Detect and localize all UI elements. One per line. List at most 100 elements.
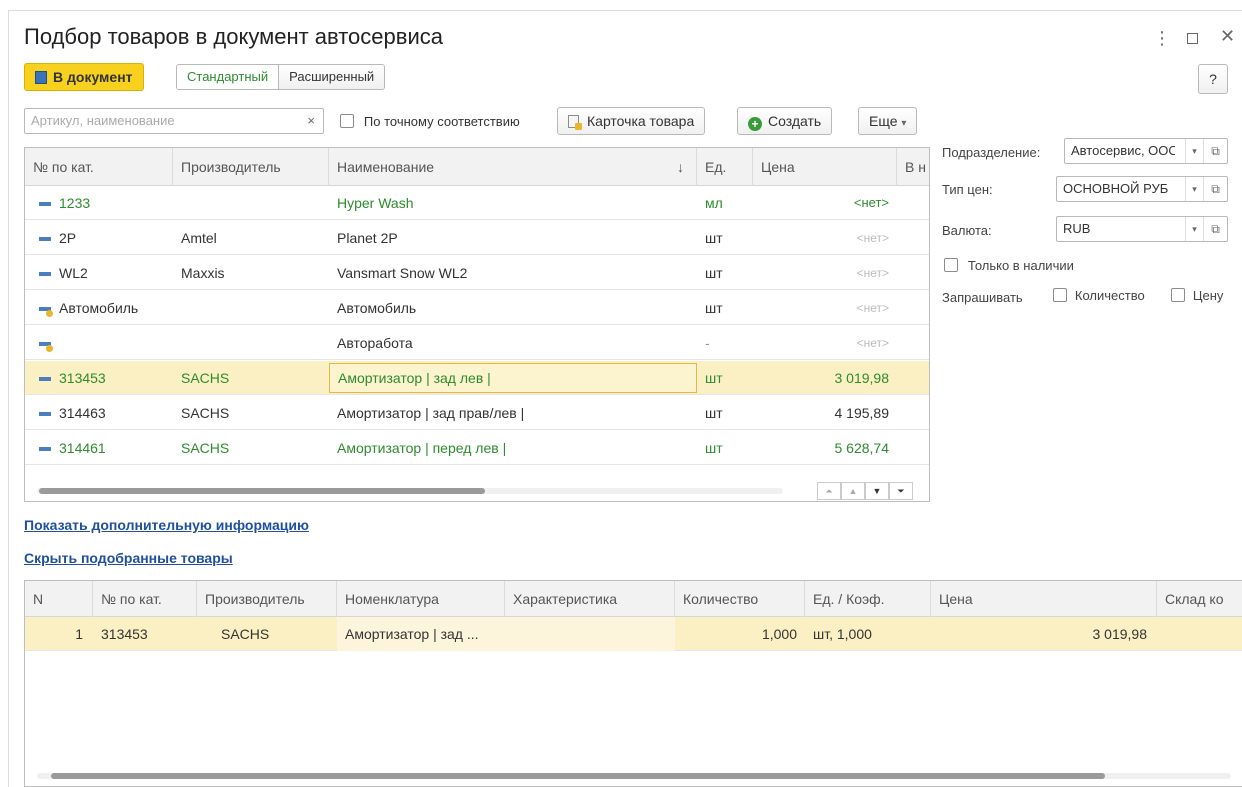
table-row[interactable]: 1233 Hyper Wash мл <нет> <box>25 186 929 220</box>
next-row-icon[interactable]: ▼ <box>865 482 889 500</box>
cell-unit: шт <box>705 300 723 316</box>
table-row[interactable]: 2P Amtel Planet 2P шт <нет> <box>25 221 929 255</box>
exact-match-label: По точному соответствию <box>363 114 520 129</box>
hide-selected-link[interactable]: Скрыть подобранные товары <box>24 550 233 566</box>
tab-standard[interactable]: Стандартный <box>177 65 280 89</box>
cell-item: Амортизатор | зад ... <box>337 617 505 651</box>
chevron-down-icon: ▾ <box>901 118 907 129</box>
more-actions-icon[interactable]: ⋮ <box>1153 28 1171 49</box>
sort-desc-icon: ↓ <box>677 159 684 175</box>
window-border <box>8 10 1242 11</box>
selected-goods-table[interactable]: N № по кат. Производитель Номенклатура Х… <box>24 580 1242 787</box>
cell-price: 4 195,89 <box>834 405 890 421</box>
last-row-icon[interactable]: ⏷ <box>889 482 913 500</box>
col-name[interactable]: Наименование ↓ <box>329 148 697 186</box>
selected-horizontal-scrollbar[interactable] <box>25 767 1242 785</box>
col-manufacturer[interactable]: Производитель <box>197 581 337 617</box>
cell-unit: шт <box>705 405 723 421</box>
more-button[interactable]: Еще ▾ <box>858 107 918 135</box>
table-row[interactable]: Автомобиль Автомобиль шт <нет> <box>25 291 929 325</box>
in-stock-checkbox[interactable]: Только в наличии <box>944 258 1074 275</box>
division-field[interactable]: Автосервис, ООО ▾ ⧉ <box>1064 138 1228 164</box>
search-input[interactable]: Артикул, наименование × <box>24 108 324 134</box>
chevron-down-icon[interactable]: ▾ <box>1185 217 1203 241</box>
exact-match-box[interactable] <box>340 114 354 128</box>
cell-maker <box>173 186 329 220</box>
tab-extended[interactable]: Расширенный <box>279 65 385 89</box>
col-unit[interactable]: Ед. <box>697 148 753 186</box>
page-title: Подбор товаров в документ автосервиса <box>24 24 443 49</box>
exact-match-checkbox[interactable]: По точному соответствию <box>340 114 520 131</box>
product-card-button[interactable]: Карточка товара <box>557 107 706 135</box>
ask-price-label: Цену <box>1192 288 1224 303</box>
cell-name: Амортизатор | перед лев | <box>337 440 507 456</box>
cell-maker: SACHS <box>221 626 270 642</box>
cell-name-focused[interactable]: Амортизатор | зад лев | <box>329 363 697 393</box>
ask-price-checkbox[interactable]: Цену <box>1171 288 1223 305</box>
show-more-info-link[interactable]: Показать дополнительную информацию <box>24 517 309 533</box>
cell-name: Hyper Wash <box>337 195 414 211</box>
scroll-thumb[interactable] <box>51 773 1105 779</box>
ask-label: Запрашивать <box>942 290 1023 305</box>
table-row[interactable]: Авторабота - <нет> <box>25 326 929 360</box>
table-row-selected[interactable]: 1 313453 SACHS Амортизатор | зад ... 1,0… <box>25 617 1242 651</box>
col-price[interactable]: Цена <box>931 581 1157 617</box>
col-quantity[interactable]: Количество <box>675 581 805 617</box>
cell-unit: шт <box>697 472 753 482</box>
col-manufacturer[interactable]: Производитель <box>173 148 329 186</box>
col-nomenclature[interactable]: Номенклатура <box>337 581 505 617</box>
col-cat-number[interactable]: № по кат. <box>25 148 173 186</box>
col-price[interactable]: Цена <box>753 148 897 186</box>
chevron-down-icon[interactable]: ▾ <box>1185 177 1203 201</box>
maximize-icon[interactable] <box>1187 33 1198 44</box>
ask-price-box[interactable] <box>1171 288 1185 302</box>
open-icon[interactable]: ⧉ <box>1203 177 1227 201</box>
cell-cat: 314463 <box>59 405 106 421</box>
to-document-button[interactable]: В документ <box>24 63 144 91</box>
prev-row-icon[interactable]: ▲ <box>841 482 865 500</box>
clear-search-icon[interactable]: × <box>307 109 315 133</box>
cell-unit: шт, 1,000 <box>813 626 872 642</box>
table-row[interactable]: WL2 Maxxis Vansmart Snow WL2 шт <нет> <box>25 256 929 290</box>
selected-table-header: N № по кат. Производитель Номенклатура Х… <box>25 581 1242 617</box>
open-icon[interactable]: ⧉ <box>1203 217 1227 241</box>
col-cat-number[interactable]: № по кат. <box>93 581 197 617</box>
scroll-thumb[interactable] <box>39 488 485 494</box>
cell-maker: Amtel <box>181 230 217 246</box>
cell-name: Антифриз <box>329 472 697 482</box>
goods-horizontal-scrollbar[interactable] <box>25 482 795 500</box>
cell-maker: SACHS <box>181 440 230 456</box>
division-value: Автосервис, ООО <box>1071 143 1175 158</box>
ask-quantity-box[interactable] <box>1053 288 1067 302</box>
in-stock-box[interactable] <box>944 258 958 272</box>
col-unit-coef[interactable]: Ед. / Коэф. <box>805 581 931 617</box>
chevron-down-icon[interactable]: ▾ <box>1185 139 1203 163</box>
in-stock-label: Только в наличии <box>967 258 1074 273</box>
close-icon[interactable]: ✕ <box>1220 26 1235 47</box>
first-row-icon[interactable]: ⏶ <box>817 482 841 500</box>
search-placeholder: Артикул, наименование <box>31 113 175 128</box>
cell-price: 5 628,74 <box>834 440 890 456</box>
col-n[interactable]: N <box>25 581 93 617</box>
col-characteristic[interactable]: Характеристика <box>505 581 675 617</box>
price-type-value: ОСНОВНОЙ РУБ <box>1063 181 1169 196</box>
open-icon[interactable]: ⧉ <box>1203 139 1227 163</box>
table-row[interactable]: 314461 SACHS Амортизатор | перед лев | ш… <box>25 431 929 465</box>
cell-cat: Автомобиль <box>59 300 139 316</box>
help-button[interactable]: ? <box>1198 64 1228 94</box>
cell-maker: ПРОИЗВОДИТЕ <box>173 472 329 482</box>
col-store[interactable]: Склад ко <box>1157 581 1242 617</box>
table-row-partial[interactable]: 1433 ПРОИЗВОДИТЕ Антифриз шт 720 <box>25 466 929 482</box>
table-row-selected[interactable]: 313453 SACHS Амортизатор | зад лев | шт … <box>25 361 929 395</box>
more-label: Еще <box>869 113 898 129</box>
table-row[interactable]: 314463 SACHS Амортизатор | зад прав/лев … <box>25 396 929 430</box>
ask-quantity-checkbox[interactable]: Количество <box>1053 288 1145 305</box>
cell-cat: 1233 <box>59 195 91 211</box>
cell-maker: Maxxis <box>181 265 225 281</box>
goods-table[interactable]: № по кат. Производитель Наименование ↓ Е… <box>24 147 930 502</box>
currency-field[interactable]: RUB ▾ ⧉ <box>1056 216 1228 242</box>
col-stock[interactable]: В н <box>897 148 929 186</box>
create-button[interactable]: + Создать <box>737 107 833 135</box>
currency-value: RUB <box>1063 221 1091 236</box>
price-type-field[interactable]: ОСНОВНОЙ РУБ ▾ ⧉ <box>1056 176 1228 202</box>
